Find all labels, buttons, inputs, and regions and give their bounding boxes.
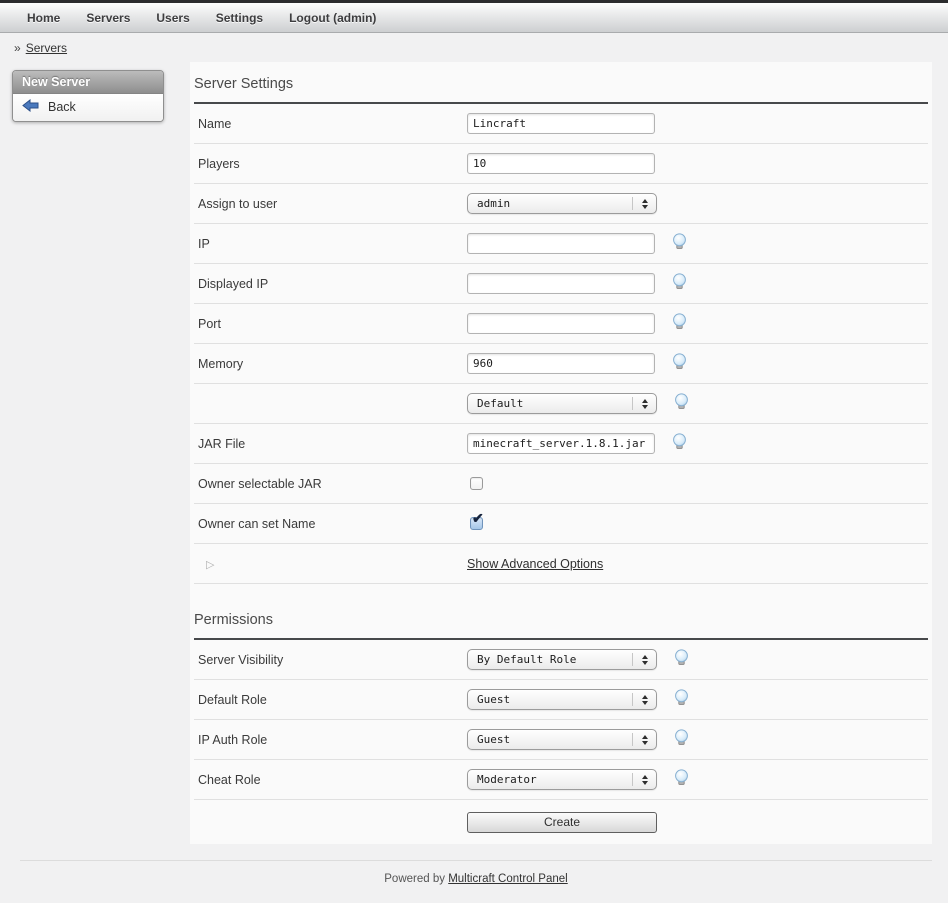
select-value: Moderator	[477, 773, 537, 786]
field-label: IP	[194, 237, 467, 251]
top-nav: Home Servers Users Settings Logout (admi…	[0, 0, 948, 33]
jar-file-input[interactable]	[467, 433, 655, 454]
select-arrows-icon	[642, 655, 648, 665]
select-arrows-icon	[642, 735, 648, 745]
help-bulb-icon[interactable]	[673, 729, 690, 751]
nav-item-settings[interactable]: Settings	[203, 11, 276, 25]
select-value: Guest	[477, 693, 510, 706]
select-value: By Default Role	[477, 653, 576, 666]
field-label: Name	[194, 117, 467, 131]
breadcrumb-link-servers[interactable]: Servers	[26, 41, 67, 55]
create-button[interactable]: Create	[467, 812, 657, 833]
field-label: Cheat Role	[194, 773, 467, 787]
powered-by-text: Powered by	[384, 873, 445, 885]
row-memory-mode: Default	[194, 384, 928, 424]
field-label: Displayed IP	[194, 277, 467, 291]
row-memory: Memory	[194, 344, 928, 384]
select-arrows-icon	[642, 695, 648, 705]
memory-input[interactable]	[467, 353, 655, 374]
displayed-ip-input[interactable]	[467, 273, 655, 294]
field-label: JAR File	[194, 437, 467, 451]
field-label: Owner selectable JAR	[194, 477, 467, 491]
field-label: IP Auth Role	[194, 733, 467, 747]
row-advanced-options: ▷ Show Advanced Options	[194, 544, 928, 584]
sidebar-panel-title: New Server	[13, 71, 163, 94]
field-label: Default Role	[194, 693, 467, 707]
row-ip: IP	[194, 224, 928, 264]
sidebar: New Server Back	[0, 62, 190, 122]
main-content: Server Settings Name Players Assign to u…	[190, 62, 932, 844]
checkmark-icon: ✔	[472, 511, 484, 525]
row-server-visibility: Server Visibility By Default Role	[194, 640, 928, 680]
field-label: Port	[194, 317, 467, 331]
field-label: Owner can set Name	[194, 517, 467, 531]
help-bulb-icon[interactable]	[671, 273, 688, 295]
multicraft-link[interactable]: Multicraft Control Panel	[448, 873, 568, 885]
row-displayed-ip: Displayed IP	[194, 264, 928, 304]
owner-selectable-jar-checkbox[interactable]	[470, 477, 483, 490]
server-visibility-select[interactable]: By Default Role	[467, 649, 657, 670]
triangle-collapsed-icon[interactable]: ▷	[198, 559, 214, 571]
help-bulb-icon[interactable]	[673, 769, 690, 791]
port-input[interactable]	[467, 313, 655, 334]
ip-input[interactable]	[467, 233, 655, 254]
field-label: Assign to user	[194, 197, 467, 211]
select-arrows-icon	[642, 399, 648, 409]
players-input[interactable]	[467, 153, 655, 174]
name-input[interactable]	[467, 113, 655, 134]
cheat-role-select[interactable]: Moderator	[467, 769, 657, 790]
sidebar-back-label: Back	[48, 100, 76, 114]
row-cheat-role: Cheat Role Moderator	[194, 760, 928, 800]
row-jar-file: JAR File	[194, 424, 928, 464]
field-label: Server Visibility	[194, 653, 467, 667]
field-label: Players	[194, 157, 467, 171]
help-bulb-icon[interactable]	[671, 313, 688, 335]
nav-item-home[interactable]: Home	[14, 11, 73, 25]
row-owner-can-set-name: Owner can set Name ✔	[194, 504, 928, 544]
row-assign-to-user: Assign to user admin	[194, 184, 928, 224]
breadcrumb: » Servers	[0, 33, 948, 62]
row-ip-auth-role: IP Auth Role Guest	[194, 720, 928, 760]
help-bulb-icon[interactable]	[671, 433, 688, 455]
select-value: admin	[477, 197, 510, 210]
select-arrows-icon	[642, 775, 648, 785]
owner-can-set-name-checkbox[interactable]: ✔	[470, 517, 483, 530]
sidebar-back-button[interactable]: Back	[13, 94, 163, 121]
section-title-server-settings: Server Settings	[194, 62, 928, 104]
row-create: Create	[194, 800, 928, 844]
nav-item-users[interactable]: Users	[143, 11, 202, 25]
row-owner-selectable-jar: Owner selectable JAR	[194, 464, 928, 504]
memory-mode-select[interactable]: Default	[467, 393, 657, 414]
row-name: Name	[194, 104, 928, 144]
back-arrow-icon	[22, 99, 39, 115]
help-bulb-icon[interactable]	[673, 689, 690, 711]
breadcrumb-separator: »	[14, 41, 21, 55]
select-value: Default	[477, 397, 523, 410]
show-advanced-options-link[interactable]: Show Advanced Options	[467, 557, 603, 571]
nav-item-logout[interactable]: Logout (admin)	[276, 11, 389, 25]
field-label: Memory	[194, 357, 467, 371]
help-bulb-icon[interactable]	[673, 649, 690, 671]
section-title-permissions: Permissions	[194, 598, 928, 640]
row-players: Players	[194, 144, 928, 184]
new-server-panel: New Server Back	[12, 70, 164, 122]
select-value: Guest	[477, 733, 510, 746]
row-default-role: Default Role Guest	[194, 680, 928, 720]
default-role-select[interactable]: Guest	[467, 689, 657, 710]
help-bulb-icon[interactable]	[673, 393, 690, 415]
select-arrows-icon	[642, 199, 648, 209]
assign-to-user-select[interactable]: admin	[467, 193, 657, 214]
footer: Powered by Multicraft Control Panel	[20, 860, 932, 897]
help-bulb-icon[interactable]	[671, 233, 688, 255]
row-port: Port	[194, 304, 928, 344]
help-bulb-icon[interactable]	[671, 353, 688, 375]
ip-auth-role-select[interactable]: Guest	[467, 729, 657, 750]
nav-item-servers[interactable]: Servers	[73, 11, 143, 25]
